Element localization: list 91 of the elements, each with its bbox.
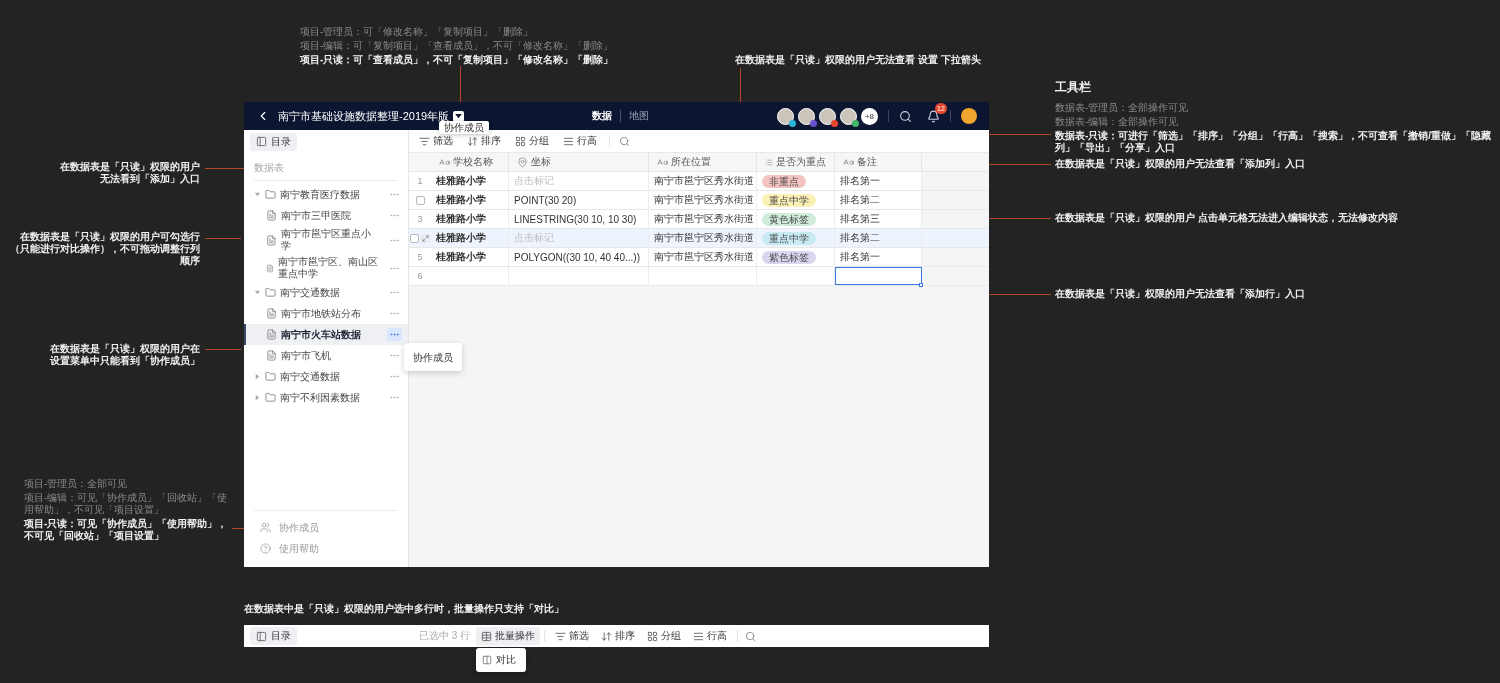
toolbar-button[interactable]: 排序 xyxy=(461,132,507,150)
sheet-item[interactable]: 南宁市邕宁区重点小学 xyxy=(244,226,408,254)
sheet-item[interactable]: 南宁市地铁站分布 xyxy=(244,303,408,324)
table-cell: 南宁市邕宁区秀水街道 xyxy=(649,191,757,209)
note-text: 项目-编辑：可见「协作成员」「回收站」「使用帮助」，不可见「项目设置」 xyxy=(24,492,229,516)
note-text: 数据表-管理员：全部操作可见 xyxy=(1055,102,1189,114)
column-header[interactable]: 坐标 xyxy=(509,153,649,171)
toc-toggle[interactable]: 目录 xyxy=(250,132,297,151)
note-title: 工具栏 xyxy=(1055,80,1091,94)
folder-item[interactable]: 南宁交通数据 xyxy=(244,282,408,303)
table-cell: 桂雅路小学 xyxy=(431,191,509,209)
note-text: 在数据表是「只读」权限的用户无法查看「添加列」入口 xyxy=(1055,158,1305,170)
toolbar-button[interactable]: 分组 xyxy=(509,132,555,150)
column-header[interactable]: 是否为重点 xyxy=(757,153,835,171)
column-header[interactable]: 备注 xyxy=(835,153,922,171)
table-row[interactable]: 5 桂雅路小学 POLYGON((30 10, 40 40...)) 南宁市邕宁区秀水街道 紫色标签 排名第一 xyxy=(409,248,989,267)
column-header[interactable]: 所在位置 xyxy=(649,153,757,171)
table-cell: 排名第三 xyxy=(835,210,922,228)
table-cell: 南宁市邕宁区秀水街道 xyxy=(649,210,757,228)
toolbar-button[interactable]: 行高 xyxy=(557,132,603,150)
project-title: 南宁市基础设施数据整理-2019年版 xyxy=(278,108,450,122)
more-members[interactable]: +8 xyxy=(861,107,878,125)
note-text: 在数据表是「只读」权限的用户无法查看 设置 下拉箭头 xyxy=(735,54,981,66)
note-text: 数据表-只读：可进行「筛选」「排序」「分组」「行高」「搜索」，不可查看「撤销/重做」「隐藏列」「导出」「分享」入口 xyxy=(1055,130,1493,154)
folder-item[interactable]: 南宁教育医疗数据 xyxy=(244,184,408,205)
table-cell: POLYGON((30 10, 40 40...)) xyxy=(509,248,649,266)
toolbar-button[interactable]: 筛选 xyxy=(549,627,596,645)
item-label: 南宁市三甲医院 xyxy=(281,209,351,222)
item-label: 南宁市飞机 xyxy=(281,349,331,362)
toc-toggle[interactable]: 目录 xyxy=(250,627,297,645)
note-text: 项目-管理员：可「修改名称」「复制项目」「删除」 xyxy=(300,26,534,38)
note-text: 在数据表是「只读」权限的用户无法看到「添加」入口 xyxy=(59,161,200,185)
note-text: 在数据表中是「只读」权限的用户选中多行时，批量操作只支持「对比」 xyxy=(244,603,564,615)
tag: 非重点 xyxy=(762,174,806,188)
table-cell: 排名第一 xyxy=(835,172,922,190)
toolbar-button[interactable]: 分组 xyxy=(641,627,688,645)
note-text: 项目-只读：可「查看成员」，不可「复制项目」「修改名称」「删除」 xyxy=(300,54,614,66)
item-label: 南宁交通数据 xyxy=(280,370,340,383)
toolbar-button[interactable]: 排序 xyxy=(595,627,642,645)
table-cell: 桂雅路小学 xyxy=(431,210,509,228)
tooltip: 协作成员 xyxy=(439,120,490,134)
table-cell: 南宁市邕宁区秀水街道 xyxy=(649,172,757,190)
batch-button[interactable]: 批量操作 xyxy=(476,627,541,645)
sheet-item[interactable]: 南宁市邕宁区、南山区重点中学 xyxy=(244,254,408,282)
table-cell: 排名第一 xyxy=(835,248,922,266)
menu-item[interactable]: 对比 xyxy=(479,651,520,669)
table-cell: 南宁市邕宁区秀水街道 xyxy=(649,229,757,247)
tag: 黄色标签 xyxy=(762,212,816,226)
table-cell: 桂雅路小学 xyxy=(431,248,509,266)
tag: 重点中学 xyxy=(762,231,816,245)
section-label: 数据表 xyxy=(254,161,284,175)
folder-item[interactable]: 南宁不利因素数据 xyxy=(244,387,408,408)
tag: 紫色标签 xyxy=(762,250,816,264)
note-text: 在数据表是「只读」权限的用户在设置菜单中只能看到「协作成员」 xyxy=(49,343,200,367)
item-label: 南宁不利因素数据 xyxy=(280,391,360,404)
note-text: 在数据表是「只读」权限的用户可勾选行（只能进行对比操作），不可拖动调整行列顺序 xyxy=(9,231,200,267)
column-header[interactable]: 学校名称 xyxy=(431,153,509,171)
item-label: 南宁教育医疗数据 xyxy=(280,188,360,201)
note-text: 在数据表是「只读」权限的用户无法查看「添加行」入口 xyxy=(1055,288,1305,300)
view-tab[interactable]: 地图 xyxy=(629,109,650,123)
item-label: 南宁交通数据 xyxy=(280,286,340,299)
selection-count: 已选中 3 行 xyxy=(419,629,471,643)
note-text: 项目-编辑：可「复制项目」「查看成员」，不可「修改名称」「删除」 xyxy=(300,40,614,52)
sheet-item[interactable]: 南宁市三甲医院 xyxy=(244,205,408,226)
item-label: 南宁市邕宁区、南山区重点中学 xyxy=(277,256,379,280)
toolbar-button[interactable]: 行高 xyxy=(687,627,734,645)
note-text: 项目-只读：可见「协作成员」「使用帮助」，不可见「回收站」「项目设置」 xyxy=(24,518,229,542)
table-cell: 桂雅路小学 xyxy=(431,229,509,247)
tag: 重点中学 xyxy=(762,193,816,207)
table-cell: 排名第二 xyxy=(835,229,922,247)
menu-item[interactable]: 协作成员 xyxy=(408,349,458,367)
note-text: 项目-管理员：全部可见 xyxy=(24,478,128,490)
row-number: 5 xyxy=(417,252,423,262)
note-text: 数据表-编辑：全部操作可见 xyxy=(1055,116,1179,128)
table-cell: LINESTRING(30 10, 10 30) xyxy=(509,210,649,228)
sheet-item[interactable]: 南宁市飞机 xyxy=(244,345,408,366)
item-label: 南宁市地铁站分布 xyxy=(281,307,361,320)
table-cell: 排名第二 xyxy=(835,191,922,209)
item-label: 南宁市火车站数据 xyxy=(281,328,361,341)
table-cell: POINT(30 20) xyxy=(509,191,649,209)
table-row[interactable]: 桂雅路小学 POINT(30 20) 南宁市邕宁区秀水街道 重点中学 排名第二 xyxy=(409,191,989,210)
note-text: 在数据表是「只读」权限的用户 点击单元格无法进入编辑状态，无法修改内容 xyxy=(1055,212,1398,224)
table-cell: 桂雅路小学 xyxy=(431,172,509,190)
table-cell: 南宁市邕宁区秀水街道 xyxy=(649,248,757,266)
item-label: 南宁市邕宁区重点小学 xyxy=(280,228,372,252)
table-row[interactable]: 3 桂雅路小学 LINESTRING(30 10, 10 30) 南宁市邕宁区秀水街道 黄色标签 排名第三 xyxy=(409,210,989,229)
view-tab[interactable]: 数据 xyxy=(592,109,613,123)
toolbar-button[interactable]: 筛选 xyxy=(413,132,459,150)
row-number: 1 xyxy=(417,176,423,186)
row-number: 3 xyxy=(417,214,423,224)
row-number: 6 xyxy=(417,271,423,281)
